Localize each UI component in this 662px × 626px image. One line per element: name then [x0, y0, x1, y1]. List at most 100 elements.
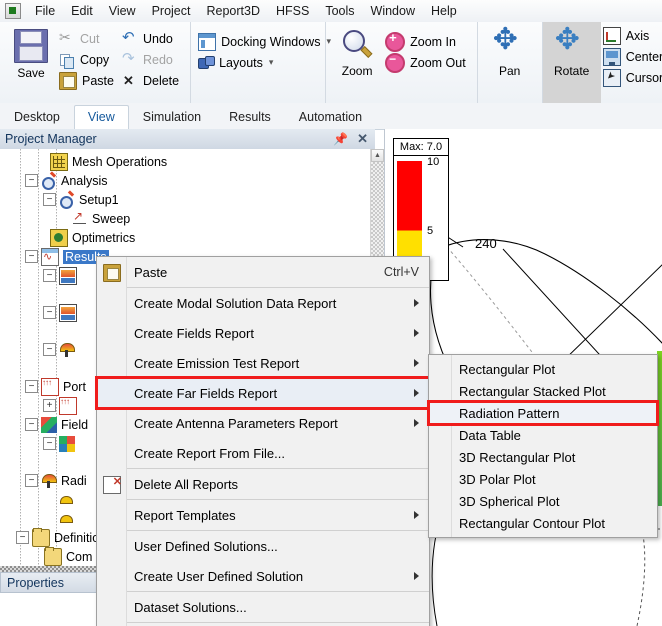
menu-item-window[interactable]: Window: [363, 2, 423, 20]
save-button[interactable]: Save: [5, 25, 57, 80]
properties-body[interactable]: [0, 592, 98, 626]
expander-report-2[interactable]: −: [43, 306, 56, 319]
tab-automation[interactable]: Automation: [285, 105, 376, 129]
cut-button[interactable]: Cut: [57, 28, 120, 49]
submenu-arrow-icon-7: [414, 572, 419, 580]
submenu-arrow-icon-2: [414, 329, 419, 337]
tree-node-setup1[interactable]: − Setup1: [0, 190, 370, 209]
delete-button[interactable]: Delete: [120, 70, 185, 91]
expander-radiation[interactable]: −: [25, 474, 38, 487]
zoom-out-label: Zoom Out: [410, 55, 466, 70]
menu-create-far-fields-report[interactable]: Create Far Fields Report: [95, 376, 431, 410]
rotate-button[interactable]: Rotate: [546, 22, 598, 78]
context-menu[interactable]: Paste Ctrl+V Create Modal Solution Data …: [95, 256, 431, 626]
expander-report-1[interactable]: −: [43, 269, 56, 282]
ribbon-toolbar: Save Cut Copy Paste Undo: [0, 22, 662, 104]
menu-report-templates[interactable]: Report Templates: [97, 500, 429, 530]
expander-port[interactable]: −: [25, 380, 38, 393]
menu-delete-all-reports[interactable]: Delete All Reports: [97, 469, 429, 499]
pan-button[interactable]: Pan: [483, 22, 537, 78]
submenu-data-table[interactable]: Data Table: [429, 424, 657, 446]
menu-user-defined-solutions[interactable]: User Defined Solutions...: [97, 531, 429, 561]
tree-node-analysis[interactable]: − Analysis: [0, 171, 370, 190]
chevron-down-icon-2: ▾: [268, 57, 274, 67]
tab-desktop[interactable]: Desktop: [0, 105, 74, 129]
zoom-in-button[interactable]: Zoom In: [383, 30, 472, 52]
submenu-rectangular-contour-plot[interactable]: Rectangular Contour Plot: [429, 512, 657, 534]
submenu-rectangular-stacked-plot[interactable]: Rectangular Stacked Plot: [429, 380, 657, 402]
magnifier-icon: [341, 29, 373, 61]
menu-create-user-defined-solution[interactable]: Create User Defined Solution: [97, 561, 429, 591]
expander-radiation-1[interactable]: −: [43, 343, 56, 356]
port-icon-2: [59, 396, 77, 415]
submenu-rectangular-plot[interactable]: Rectangular Plot: [429, 358, 657, 380]
expander-analysis[interactable]: −: [25, 174, 38, 187]
submenu-3d-spherical-plot[interactable]: 3D Spherical Plot: [429, 490, 657, 512]
menu-item-tools[interactable]: Tools: [317, 2, 362, 20]
far-fields-report-submenu[interactable]: Rectangular Plot Rectangular Stacked Plo…: [427, 354, 659, 538]
zoom-out-button[interactable]: Zoom Out: [383, 52, 472, 73]
tab-results[interactable]: Results: [215, 105, 285, 129]
tree-node-mesh-operations[interactable]: Mesh Operations: [0, 152, 370, 171]
expander-field-plot[interactable]: −: [43, 437, 56, 450]
pin-icon[interactable]: 📌: [333, 132, 348, 146]
close-icon[interactable]: ✕: [357, 131, 368, 147]
undo-button[interactable]: Undo: [120, 28, 185, 49]
save-button-label: Save: [17, 66, 45, 80]
radiation-small-icon-2: [58, 511, 74, 527]
menu-create-report-from-file-label: Create Report From File...: [134, 445, 285, 461]
tree-label-definitions: Definitio: [54, 530, 100, 545]
scroll-up-arrow-icon[interactable]: ▲: [371, 149, 384, 162]
layouts-button[interactable]: Layouts ▾: [196, 52, 337, 73]
tab-simulation[interactable]: Simulation: [129, 105, 215, 129]
tree-node-optimetrics[interactable]: Optimetrics: [0, 228, 370, 247]
expander-definitions[interactable]: −: [16, 531, 29, 544]
zoom-button[interactable]: Zoom: [331, 25, 383, 78]
expander-port-child[interactable]: +: [43, 399, 56, 412]
expander-results[interactable]: −: [25, 250, 38, 263]
menu-item-view[interactable]: View: [101, 2, 144, 20]
report-plot-icon-2: [59, 303, 77, 322]
menu-create-modal-solution-data-report[interactable]: Create Modal Solution Data Report: [97, 288, 429, 318]
submenu-radiation-pattern[interactable]: Radiation Pattern: [427, 400, 659, 426]
menu-item-report3d[interactable]: Report3D: [198, 2, 268, 20]
submenu-3d-rectangular-plot[interactable]: 3D Rectangular Plot: [429, 446, 657, 468]
menu-item-hfss[interactable]: HFSS: [268, 2, 317, 20]
menu-dataset-solutions[interactable]: Dataset Solutions...: [97, 592, 429, 622]
docking-windows-button[interactable]: Docking Windows ▾: [196, 31, 337, 52]
tree-node-sweep[interactable]: Sweep: [0, 209, 370, 228]
submenu-3d-spherical-plot-label: 3D Spherical Plot: [459, 493, 560, 509]
tab-view[interactable]: View: [73, 105, 129, 129]
menu-create-antenna-parameters-report[interactable]: Create Antenna Parameters Report: [97, 408, 429, 438]
menu-create-user-defined-solution-label: Create User Defined Solution: [134, 568, 304, 584]
expander-field[interactable]: −: [25, 418, 38, 431]
menu-create-fields-report[interactable]: Create Fields Report: [97, 318, 429, 348]
menu-delete-all-reports-label: Delete All Reports: [134, 476, 239, 492]
menu-item-edit[interactable]: Edit: [63, 2, 101, 20]
mesh-operations-icon: [50, 152, 68, 171]
menu-create-emission-test-report-label: Create Emission Test Report: [134, 355, 300, 371]
submenu-3d-rectangular-plot-label: 3D Rectangular Plot: [459, 449, 576, 465]
redo-button[interactable]: Redo: [120, 49, 185, 70]
menu-item-file[interactable]: File: [27, 2, 63, 20]
paste-button[interactable]: Paste: [57, 70, 120, 91]
center-label: Center: [625, 49, 662, 64]
copy-button[interactable]: Copy: [57, 49, 120, 70]
rotate-axis-button[interactable]: Axis: [601, 25, 662, 46]
menu-item-project[interactable]: Project: [144, 2, 199, 20]
menu-paste[interactable]: Paste Ctrl+V: [97, 257, 429, 287]
undo-label: Undo: [142, 31, 173, 46]
rotate-arrows-icon: [555, 22, 588, 61]
rotate-center-button[interactable]: Center: [601, 46, 662, 67]
menu-paste-accel: Ctrl+V: [383, 265, 419, 279]
menu-create-emission-test-report[interactable]: Create Emission Test Report: [97, 348, 429, 378]
undo-icon: [122, 28, 138, 47]
menu-item-help[interactable]: Help: [423, 2, 465, 20]
rotate-cursor-button[interactable]: Cursor: [601, 67, 662, 88]
menu-create-report-from-file[interactable]: Create Report From File...: [97, 438, 429, 468]
properties-header[interactable]: Properties: [0, 572, 99, 593]
cut-label: Cut: [80, 31, 100, 46]
optimetrics-icon: [50, 228, 68, 247]
expander-setup1[interactable]: −: [43, 193, 56, 206]
submenu-3d-polar-plot[interactable]: 3D Polar Plot: [429, 468, 657, 490]
